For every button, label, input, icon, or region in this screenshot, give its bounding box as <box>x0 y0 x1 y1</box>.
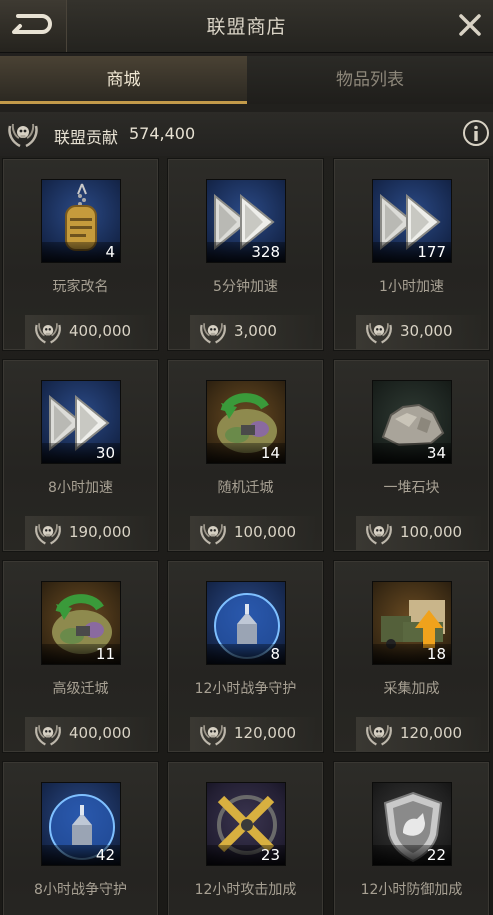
shop-item-card[interactable]: 23 12小时攻击加成 <box>167 761 324 915</box>
advanced-relocate-icon: 11 <box>41 581 121 665</box>
gather-boost-icon: 18 <box>372 581 452 665</box>
item-name: 一堆石块 <box>383 480 440 496</box>
item-quantity: 18 <box>373 644 451 664</box>
info-button[interactable] <box>462 119 490 147</box>
buy-price-button[interactable]: 100,000 <box>190 516 315 550</box>
shop-item-card[interactable]: 177 1小时加速 30,000 <box>333 158 490 351</box>
close-icon <box>459 14 481 36</box>
alliance-emblem-icon <box>31 720 65 752</box>
item-name: 12小时攻击加成 <box>194 882 297 898</box>
speedup-icon: 30 <box>41 380 121 464</box>
attack-boost-icon: 23 <box>206 782 286 866</box>
random-relocate-icon: 14 <box>206 380 286 464</box>
item-price: 190,000 <box>69 523 132 541</box>
contribution-value: 574,400 <box>129 124 196 143</box>
buy-price-button[interactable]: 100,000 <box>356 516 481 550</box>
item-price: 3,000 <box>234 322 277 340</box>
item-price: 400,000 <box>69 322 132 340</box>
item-quantity: 22 <box>373 845 451 865</box>
item-quantity: 30 <box>42 443 120 463</box>
speedup-icon: 328 <box>206 179 286 263</box>
item-name: 12小时战争守护 <box>194 681 297 697</box>
item-name: 8小时加速 <box>48 480 113 496</box>
shop-item-card[interactable]: 22 12小时防御加成 <box>333 761 490 915</box>
alliance-emblem-icon <box>196 720 230 752</box>
item-quantity: 11 <box>42 644 120 664</box>
shop-item-card[interactable]: 328 5分钟加速 3,000 <box>167 158 324 351</box>
item-price: 120,000 <box>234 724 297 742</box>
dog-tag-icon: 4 <box>41 179 121 263</box>
stone-pile-icon: 34 <box>372 380 452 464</box>
alliance-emblem-icon <box>196 318 230 350</box>
item-name: 高级迁城 <box>52 681 109 697</box>
contribution-label: 联盟贡献 <box>54 128 119 147</box>
alliance-emblem-icon <box>31 318 65 350</box>
item-price: 400,000 <box>69 724 132 742</box>
shop-item-card[interactable]: 18 采集加成 120,000 <box>333 560 490 753</box>
item-price: 100,000 <box>234 523 297 541</box>
item-name: 采集加成 <box>383 681 440 697</box>
alliance-emblem-icon <box>8 123 38 148</box>
item-quantity: 23 <box>207 845 285 865</box>
alliance-emblem-icon <box>362 519 396 551</box>
info-icon <box>463 120 489 146</box>
item-price: 120,000 <box>400 724 463 742</box>
item-price: 100,000 <box>400 523 463 541</box>
shield-dome-icon: 8 <box>206 581 286 665</box>
item-name: 玩家改名 <box>52 279 109 295</box>
item-name: 5分钟加速 <box>213 279 278 295</box>
item-price: 30,000 <box>400 322 453 340</box>
item-name: 随机迁城 <box>217 480 274 496</box>
header-bar: 联盟商店 <box>0 0 493 53</box>
alliance-emblem-icon <box>362 318 396 350</box>
buy-price-button[interactable]: 400,000 <box>25 717 150 751</box>
shop-item-card[interactable]: 34 一堆石块 100,000 <box>333 359 490 552</box>
close-button[interactable] <box>455 10 485 40</box>
buy-price-button[interactable]: 400,000 <box>25 315 150 349</box>
tab-item-list[interactable]: 物品列表 <box>247 56 493 104</box>
defense-boost-icon: 22 <box>372 782 452 866</box>
page-title: 联盟商店 <box>206 16 287 38</box>
item-quantity: 42 <box>42 845 120 865</box>
alliance-shop-screen: 联盟商店 商城 物品列表 联盟贡献 574,400 4 玩家改名 400,000… <box>0 0 493 915</box>
shop-item-card[interactable]: 30 8小时加速 190,000 <box>2 359 159 552</box>
alliance-emblem-icon <box>31 519 65 551</box>
shop-item-card[interactable]: 42 8小时战争守护 <box>2 761 159 915</box>
shop-item-card[interactable]: 14 随机迁城 100,000 <box>167 359 324 552</box>
speedup-icon: 177 <box>372 179 452 263</box>
alliance-emblem-icon <box>362 720 396 752</box>
item-name: 8小时战争守护 <box>34 882 127 898</box>
item-quantity: 8 <box>207 644 285 664</box>
item-quantity: 14 <box>207 443 285 463</box>
shop-item-card[interactable]: 8 12小时战争守护 120,000 <box>167 560 324 753</box>
item-quantity: 328 <box>207 242 285 262</box>
item-name: 12小时防御加成 <box>360 882 463 898</box>
buy-price-button[interactable]: 120,000 <box>356 717 481 751</box>
tab-shop[interactable]: 商城 <box>0 56 247 104</box>
item-quantity: 34 <box>373 443 451 463</box>
buy-price-button[interactable]: 120,000 <box>190 717 315 751</box>
alliance-emblem-icon <box>196 519 230 551</box>
shop-item-card[interactable]: 4 玩家改名 400,000 <box>2 158 159 351</box>
buy-price-button[interactable]: 3,000 <box>190 315 315 349</box>
item-name: 1小时加速 <box>379 279 444 295</box>
tab-bar: 商城 物品列表 <box>0 56 493 106</box>
contribution-bar: 联盟贡献 574,400 <box>0 112 493 156</box>
buy-price-button[interactable]: 30,000 <box>356 315 481 349</box>
shop-item-card[interactable]: 11 高级迁城 400,000 <box>2 560 159 753</box>
item-quantity: 4 <box>42 242 120 262</box>
shield-dome-icon: 42 <box>41 782 121 866</box>
item-quantity: 177 <box>373 242 451 262</box>
buy-price-button[interactable]: 190,000 <box>25 516 150 550</box>
